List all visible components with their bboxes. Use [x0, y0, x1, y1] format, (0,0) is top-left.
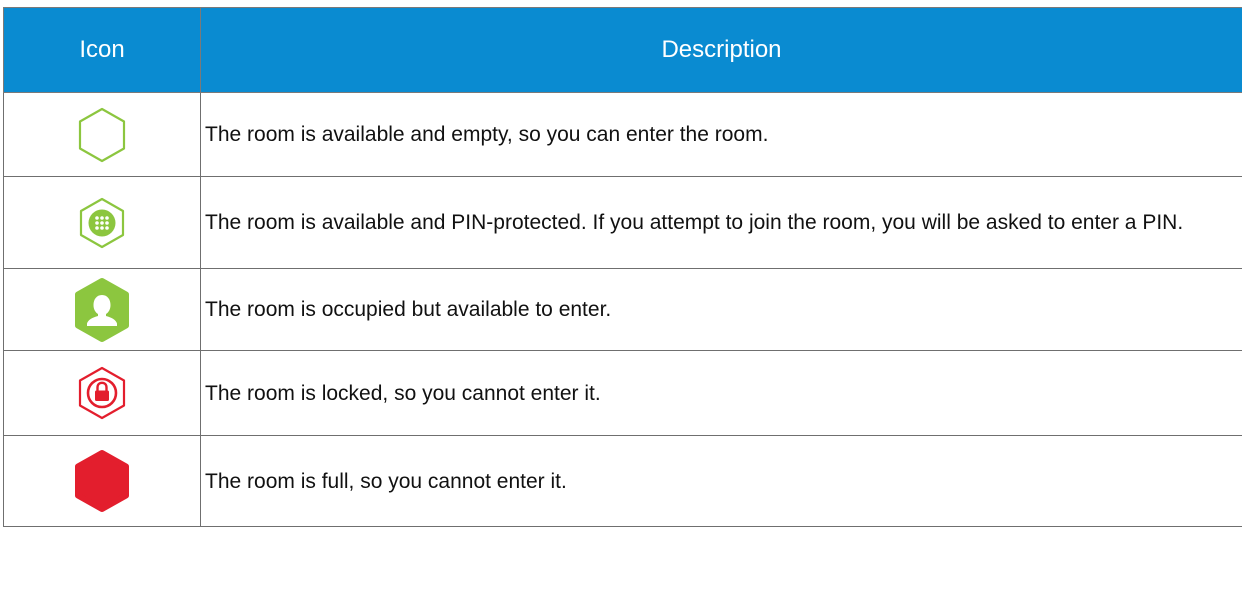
row-description: The room is full, so you cannot enter it… — [205, 469, 567, 493]
icon-cell — [3, 350, 201, 436]
row-description: The room is locked, so you cannot enter … — [205, 381, 601, 405]
hexagon-lock-red-icon — [67, 358, 137, 428]
table-row: The room is locked, so you cannot enter … — [3, 350, 1242, 436]
icon-column-header: Icon — [3, 7, 201, 93]
hexagon-keypad-green-icon — [67, 188, 137, 258]
table-row: The room is full, so you cannot enter it… — [3, 435, 1242, 527]
table-row: The room is occupied but available to en… — [3, 268, 1242, 351]
row-description: The room is available and empty, so you … — [205, 123, 769, 146]
hexagon-user-green-icon — [67, 275, 137, 345]
room-status-legend: Icon Description The room is available a… — [3, 7, 1242, 591]
row-description: The room is available and PIN-protected.… — [205, 211, 1184, 234]
room-status-table: Icon Description The room is available a… — [3, 7, 1242, 527]
description-cell: The room is available and PIN-protected.… — [200, 176, 1242, 269]
table-row: The room is available and empty, so you … — [3, 92, 1242, 177]
icon-cell — [3, 176, 201, 269]
table-header-row: Icon Description — [3, 7, 1242, 93]
description-cell: The room is locked, so you cannot enter … — [200, 350, 1242, 436]
description-cell: The room is available and empty, so you … — [200, 92, 1242, 177]
description-cell: The room is occupied but available to en… — [200, 268, 1242, 351]
table-row: The room is available and PIN-protected.… — [3, 176, 1242, 269]
description-column-header: Description — [200, 7, 1242, 93]
row-description: The room is occupied but available to en… — [205, 298, 612, 321]
hexagon-solid-red-icon — [67, 446, 137, 516]
icon-cell — [3, 92, 201, 177]
description-cell: The room is full, so you cannot enter it… — [200, 435, 1242, 527]
icon-cell — [3, 435, 201, 527]
hexagon-outline-green-icon — [67, 100, 137, 170]
icon-cell — [3, 268, 201, 351]
